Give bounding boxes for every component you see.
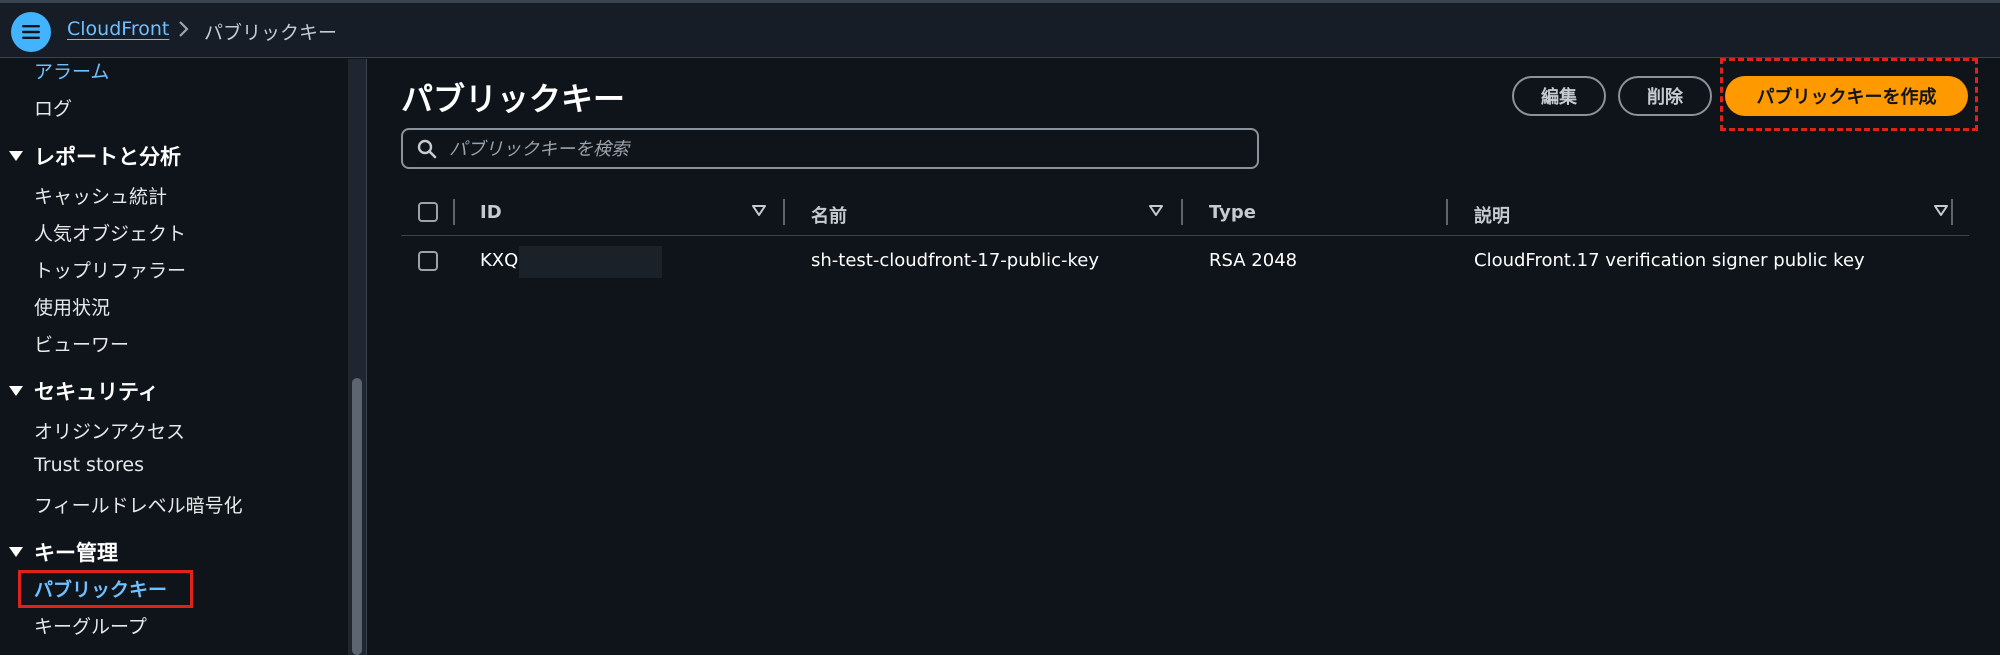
- cell-type: RSA 2048: [1209, 250, 1298, 271]
- column-header-name[interactable]: 名前: [811, 202, 847, 228]
- sidebar-item-usage[interactable]: 使用状況: [34, 293, 110, 320]
- delete-button[interactable]: 削除: [1618, 76, 1712, 116]
- sidebar-section-key-management[interactable]: キー管理: [8, 537, 118, 567]
- column-separator: [1951, 199, 1953, 225]
- search-input[interactable]: [449, 136, 1239, 162]
- chevron-right-icon: [179, 21, 189, 37]
- table-header: ID 名前 Type 説明: [401, 190, 1969, 236]
- column-header-description[interactable]: 説明: [1474, 202, 1510, 228]
- sidebar-item-logs[interactable]: ログ: [34, 94, 72, 121]
- column-header-type[interactable]: Type: [1209, 202, 1256, 223]
- sidebar-item-alarms[interactable]: アラーム: [34, 57, 109, 84]
- column-separator: [453, 199, 455, 225]
- edit-button[interactable]: 編集: [1512, 76, 1606, 116]
- sidebar-section-label: キー管理: [34, 541, 118, 565]
- table-row[interactable]: KXQ sh-test-cloudfront-17-public-key RSA…: [401, 237, 1969, 287]
- sidebar-item-public-keys[interactable]: パブリックキー: [34, 575, 167, 602]
- sidebar-item-viewers[interactable]: ビューワー: [34, 330, 129, 357]
- column-separator[interactable]: [783, 199, 785, 225]
- sidebar-item-origin-access[interactable]: オリジンアクセス: [34, 417, 185, 444]
- cell-description: CloudFront.17 verification signer public…: [1474, 250, 1865, 271]
- sidebar-item-trust-stores[interactable]: Trust stores: [34, 454, 144, 476]
- select-all-checkbox[interactable]: [418, 202, 438, 222]
- sidebar-item-top-referrers[interactable]: トップリファラー: [34, 256, 186, 283]
- top-navigation-bar: CloudFront パブリックキー: [0, 0, 2000, 58]
- sidebar-section-label: セキュリティ: [34, 380, 159, 404]
- column-separator[interactable]: [1181, 199, 1183, 225]
- sidebar-item-key-groups[interactable]: キーグループ: [34, 612, 147, 639]
- sidebar-section-reports[interactable]: レポートと分析: [8, 141, 181, 171]
- page-title: パブリックキー: [401, 80, 626, 118]
- column-separator[interactable]: [1446, 199, 1448, 225]
- caret-down-icon: [9, 386, 23, 396]
- search-icon: [417, 139, 437, 159]
- sort-icon[interactable]: [751, 202, 767, 218]
- hamburger-menu-button[interactable]: [11, 12, 51, 52]
- sort-icon[interactable]: [1933, 202, 1949, 218]
- sidebar-item-popular-objects[interactable]: 人気オブジェクト: [34, 219, 186, 246]
- hamburger-icon: [22, 25, 40, 39]
- sidebar-section-label: レポートと分析: [34, 145, 181, 169]
- column-header-id[interactable]: ID: [480, 202, 502, 223]
- sidebar: アラーム ログ レポートと分析 キャッシュ統計 人気オブジェクト トップリファラ…: [0, 59, 348, 655]
- cell-name: sh-test-cloudfront-17-public-key: [811, 250, 1099, 271]
- sidebar-divider: [366, 59, 367, 655]
- row-checkbox[interactable]: [418, 251, 438, 271]
- sidebar-item-cache-stats[interactable]: キャッシュ統計: [34, 182, 167, 209]
- create-public-key-button[interactable]: パブリックキーを作成: [1725, 76, 1968, 116]
- cell-id: KXQ: [480, 250, 519, 271]
- sidebar-scrollbar-thumb[interactable]: [352, 378, 362, 655]
- breadcrumb-cloudfront-link[interactable]: CloudFront: [67, 18, 169, 40]
- search-box: [401, 128, 1259, 169]
- caret-down-icon: [9, 547, 23, 557]
- sidebar-section-security[interactable]: セキュリティ: [8, 376, 159, 406]
- sidebar-item-field-level-encryption[interactable]: フィールドレベル暗号化: [34, 491, 243, 518]
- top-border: [0, 0, 2000, 3]
- breadcrumb-current: パブリックキー: [204, 22, 338, 44]
- redacted-region: [519, 246, 662, 278]
- sort-icon[interactable]: [1148, 202, 1164, 218]
- caret-down-icon: [9, 151, 23, 161]
